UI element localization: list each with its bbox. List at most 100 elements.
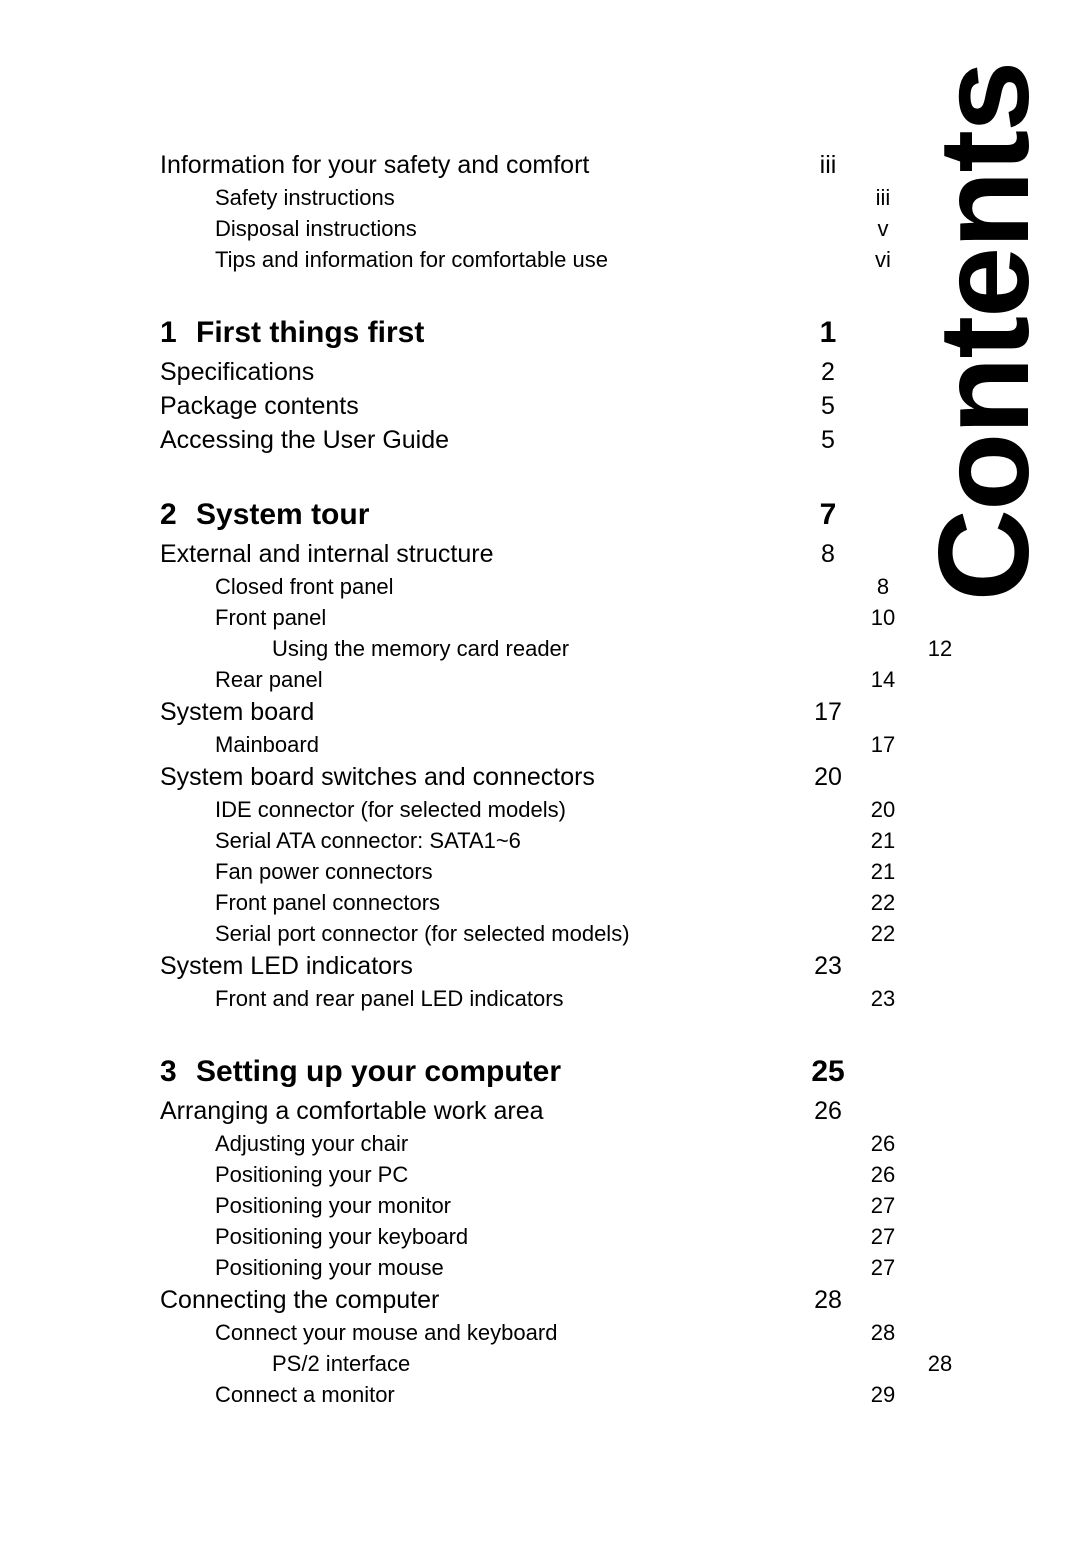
toc-entry[interactable]: System board switches and connectors 20 — [160, 760, 860, 794]
toc-page-number: 28 — [927, 1351, 953, 1376]
toc-entry-title: Closed front panel — [215, 574, 394, 599]
toc-entry-title: Front panel connectors — [215, 890, 441, 915]
toc-page-number: 14 — [870, 667, 896, 692]
toc-entry-title: Mainboard — [215, 732, 319, 757]
contents-title-text: Contents — [913, 62, 1056, 602]
toc-entry-title: System LED indicators — [160, 952, 413, 980]
toc-entry-label: Front and rear panel LED indicators — [215, 983, 564, 1014]
toc-entry-label: Positioning your mouse — [215, 1252, 444, 1283]
toc-page-number: vi — [875, 247, 891, 272]
toc-entry-title: System board — [160, 698, 315, 726]
toc-entry-label: System LED indicators — [160, 949, 413, 983]
toc-entry[interactable]: Connecting the computer 28 — [160, 1283, 860, 1317]
toc-chapter-entry[interactable]: 1 First things first 1 — [160, 313, 860, 353]
toc-entry[interactable]: System LED indicators 23 — [160, 949, 860, 983]
toc-entry[interactable]: Positioning your mouse 27 — [160, 1252, 915, 1283]
toc-page-number: 7 — [819, 498, 837, 531]
toc-entry[interactable]: Connect your mouse and keyboard 28 — [160, 1317, 915, 1348]
toc-page-number: 20 — [814, 763, 842, 791]
toc-entry-label: Front panel — [215, 602, 326, 633]
toc-block: Information for your safety and comfort i… — [160, 148, 891, 275]
toc-block: 2 System tour 7 External and internal struc… — [160, 495, 952, 1014]
toc-entry-title: Rear panel — [215, 667, 323, 692]
toc-entry[interactable]: Positioning your PC 26 — [160, 1159, 915, 1190]
toc-entry-label: System board switches and connectors — [160, 760, 595, 794]
toc-entry-label: Accessing the User Guide — [160, 423, 449, 457]
toc-entry[interactable]: Disposal instructions v — [160, 213, 915, 244]
toc-entry[interactable]: Front panel connectors 22 — [160, 887, 915, 918]
toc-entry-title: Positioning your mouse — [215, 1255, 444, 1280]
toc-page-number: 28 — [814, 1286, 842, 1314]
toc-entry-label: Positioning your keyboard — [215, 1221, 468, 1252]
toc-entry[interactable]: IDE connector (for selected models) 20 — [160, 794, 915, 825]
toc-entry[interactable]: Mainboard 17 — [160, 729, 915, 760]
toc-page-number: iii — [875, 185, 891, 210]
toc-entry[interactable]: Positioning your keyboard 27 — [160, 1221, 915, 1252]
toc-entry-title: Disposal instructions — [215, 216, 417, 241]
toc-entry[interactable]: Tips and information for comfortable use… — [160, 244, 915, 275]
toc-entry-label: Serial port connector (for selected mode… — [215, 918, 630, 949]
toc-entry[interactable]: Adjusting your chair 26 — [160, 1128, 915, 1159]
toc-entry-label: 1 First things first — [160, 313, 424, 353]
toc-entry[interactable]: Rear panel 14 — [160, 664, 915, 695]
toc-entry-label: Positioning your PC — [215, 1159, 408, 1190]
toc-page-number: 23 — [870, 986, 896, 1011]
toc-entry-label: Tips and information for comfortable use — [215, 244, 608, 275]
toc-page-number: 28 — [870, 1320, 896, 1345]
toc-entry-title: Specifications — [160, 358, 315, 386]
toc-page-number: 25 — [811, 1055, 845, 1088]
toc-page-number: iii — [819, 151, 837, 179]
toc-entry[interactable]: Using the memory card reader 12 — [160, 633, 972, 664]
toc-entry-label: Arranging a comfortable work area — [160, 1094, 544, 1128]
toc-chapter-entry[interactable]: 2 System tour 7 — [160, 495, 860, 535]
toc-page-number: 5 — [821, 426, 835, 454]
toc-entry-title: Serial ATA connector: SATA1~6 — [215, 828, 521, 853]
toc-entry[interactable]: Serial port connector (for selected mode… — [160, 918, 915, 949]
toc-entry[interactable]: Positioning your monitor 27 — [160, 1190, 915, 1221]
toc-entry[interactable]: Front and rear panel LED indicators 23 — [160, 983, 915, 1014]
toc-entry-label: Disposal instructions — [215, 213, 417, 244]
toc-entry-title: Connect a monitor — [215, 1382, 395, 1407]
toc-entry-title: Positioning your keyboard — [215, 1224, 469, 1249]
toc-page-number: 23 — [814, 952, 842, 980]
toc-entry[interactable]: Connect a monitor 29 — [160, 1379, 915, 1410]
toc-page-number: 29 — [870, 1382, 896, 1407]
toc-page-number: 21 — [870, 828, 896, 853]
toc-entry[interactable]: Specifications 2 — [160, 355, 860, 389]
toc-page-number: 22 — [870, 890, 896, 915]
toc-entry-label: 3 Setting up your computer — [160, 1052, 561, 1092]
toc-page-number: 10 — [870, 605, 896, 630]
toc-entry-title: Setting up your computer — [196, 1055, 562, 1088]
toc-entry[interactable]: Accessing the User Guide 5 — [160, 423, 860, 457]
toc-page-number: 21 — [870, 859, 896, 884]
toc-entry-label: Adjusting your chair — [215, 1128, 408, 1159]
toc-entry[interactable]: System board 17 — [160, 695, 860, 729]
toc-chapter-number: 1 — [160, 316, 177, 349]
toc-page-number: 27 — [870, 1193, 896, 1218]
toc-block: 1 First things first 1 Specifications 2 Packa… — [160, 313, 860, 457]
toc-entry-label: System board — [160, 695, 314, 729]
toc-entry-title: Front panel — [215, 605, 327, 630]
toc-entry[interactable]: Arranging a comfortable work area 26 — [160, 1094, 860, 1128]
toc-entry-title: Serial port connector (for selected mode… — [215, 921, 630, 946]
toc-page-number: 17 — [814, 698, 842, 726]
toc-entry-title: Arranging a comfortable work area — [160, 1097, 544, 1125]
toc-entry[interactable]: External and internal structure 8 — [160, 537, 860, 571]
toc-chapter-entry[interactable]: 3 Setting up your computer 25 — [160, 1052, 860, 1092]
toc-entry[interactable]: Front panel 10 — [160, 602, 915, 633]
toc-entry[interactable]: Serial ATA connector: SATA1~6 21 — [160, 825, 915, 856]
toc-entry[interactable]: Package contents 5 — [160, 389, 860, 423]
toc-page-number: 27 — [870, 1255, 896, 1280]
toc-entry-title: Fan power connectors — [215, 859, 433, 884]
toc-entry-title: Package contents — [160, 392, 359, 420]
toc-entry[interactable]: Fan power connectors 21 — [160, 856, 915, 887]
toc-entry-label: Rear panel — [215, 664, 323, 695]
toc-entry-title: Positioning your monitor — [215, 1193, 452, 1218]
toc-page-number: 12 — [927, 636, 953, 661]
toc-page-number: 2 — [821, 358, 835, 386]
toc-entry-label: 2 System tour — [160, 495, 369, 535]
toc-entry[interactable]: Safety instructions iii — [160, 182, 915, 213]
toc-entry[interactable]: Closed front panel 8 — [160, 571, 915, 602]
toc-entry[interactable]: PS/2 interface 28 — [160, 1348, 972, 1379]
toc-entry[interactable]: Information for your safety and comfort i… — [160, 148, 860, 182]
